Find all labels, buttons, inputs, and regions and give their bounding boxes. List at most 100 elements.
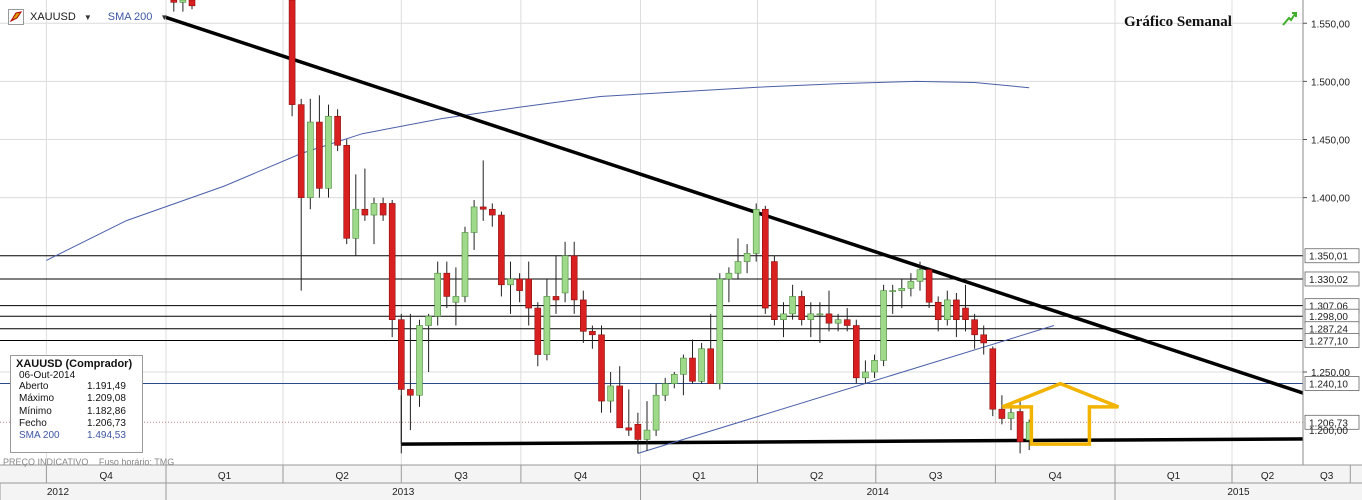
candle — [971, 313, 978, 349]
candle — [798, 290, 806, 326]
candle-body-down — [479, 206, 487, 210]
candle-body-up — [734, 261, 742, 274]
candle-body-down — [334, 115, 341, 146]
candle — [452, 267, 460, 326]
candle-body-down — [625, 427, 633, 431]
trend-up-icon[interactable] — [1280, 10, 1298, 28]
candle-body-down — [989, 348, 997, 410]
candle-body-up — [807, 313, 815, 320]
candle — [306, 98, 314, 210]
candle-body-up — [898, 287, 906, 291]
quarter-label: Q2 — [335, 471, 349, 482]
candle-body-down — [771, 261, 778, 320]
candle — [771, 255, 778, 326]
candle-body-up — [561, 255, 569, 294]
candle — [434, 261, 442, 326]
quarter-label: Q1 — [218, 471, 232, 482]
candle — [443, 261, 451, 309]
symbol-dropdown-icon[interactable]: ▼ — [84, 13, 92, 22]
quarter-label: Q3 — [454, 471, 468, 482]
candle-body-up — [916, 269, 924, 282]
symbol-icon — [8, 9, 24, 25]
candle-body-up — [907, 281, 915, 289]
candle — [570, 241, 578, 314]
candle-body-down — [998, 408, 1006, 419]
info-row-close: Fecho 1.206,73 — [19, 417, 126, 429]
candle-body-down — [552, 296, 560, 301]
price-tick-label: 1.450,00 — [1311, 136, 1350, 147]
candle — [616, 366, 624, 429]
candle-body-up — [661, 383, 669, 396]
candle — [725, 267, 733, 303]
candle — [943, 290, 951, 326]
candle — [680, 354, 687, 396]
year-label: 2012 — [47, 487, 70, 498]
candle — [316, 95, 323, 198]
quarter-label: Q2 — [810, 471, 824, 482]
candle — [479, 160, 487, 221]
indicator-label[interactable]: SMA 200 — [108, 11, 153, 23]
candle — [925, 267, 933, 309]
level-label: 1.350,01 — [1309, 252, 1348, 263]
sma-200-line — [46, 80, 1030, 261]
year-label: 2013 — [392, 487, 415, 498]
candle — [561, 241, 569, 303]
candle-body-up — [943, 299, 951, 320]
candle-body-up — [179, 0, 187, 3]
candle-body-up — [507, 278, 514, 286]
candle-body-up — [643, 429, 651, 440]
candle — [843, 308, 851, 332]
quarter-label: Q3 — [1320, 471, 1334, 482]
candle-body-up — [352, 208, 360, 239]
candle-body-down — [443, 272, 451, 297]
chart[interactable]: 1.550,001.500,001.450,001.400,001.250,00… — [0, 0, 1362, 500]
candle — [852, 319, 860, 384]
candle-body-up — [425, 315, 432, 326]
indicator-dropdown-icon[interactable]: ▼ — [160, 13, 168, 22]
candle-body-up — [725, 272, 733, 280]
candle-body-up — [652, 394, 660, 431]
candle-body-up — [452, 296, 460, 303]
candle — [1007, 406, 1015, 431]
candle-body-down — [534, 307, 542, 355]
candle-body-down — [798, 296, 806, 320]
price-info-box: XAUUSD (Comprador) 06-Out-2014 Aberto 1.1… — [10, 355, 143, 453]
candle-body-down — [579, 299, 587, 332]
candle — [607, 372, 614, 413]
candle — [998, 395, 1006, 425]
candle — [980, 325, 988, 355]
candle — [361, 168, 369, 221]
candle-body-up — [461, 232, 469, 297]
candle — [871, 354, 878, 378]
candle-body-down — [488, 208, 496, 216]
symbol-label[interactable]: XAUUSD — [30, 11, 76, 23]
level-label: 1.200,00 — [1309, 426, 1348, 437]
candle-body-down — [516, 278, 523, 291]
candle — [552, 255, 560, 314]
candle-body-up — [680, 357, 687, 375]
candle-body-up — [789, 296, 796, 315]
year-label: 2014 — [867, 487, 890, 498]
price-tick-label: 1.550,00 — [1311, 19, 1350, 30]
candle-body-up — [1007, 412, 1015, 419]
info-box-title: XAUUSD (Comprador) — [16, 358, 133, 370]
quarter-label: Q4 — [1049, 471, 1063, 482]
candle — [807, 302, 815, 338]
candle-body-down — [934, 301, 942, 320]
candle-body-down — [316, 121, 323, 189]
quarter-label: Q4 — [100, 471, 114, 482]
level-label: 1.240,10 — [1309, 380, 1348, 391]
candle — [962, 284, 969, 332]
candle — [325, 104, 332, 198]
candle-body-up — [816, 313, 824, 316]
candle — [297, 98, 305, 291]
candle-body-up — [607, 385, 614, 402]
candle — [734, 238, 742, 279]
candle-body-up — [416, 325, 423, 396]
candle — [698, 342, 705, 384]
candle-body-up — [698, 348, 705, 382]
candle — [761, 205, 769, 314]
candle-body-down — [570, 255, 578, 301]
candle-body-down — [379, 203, 387, 216]
candle — [425, 313, 432, 372]
